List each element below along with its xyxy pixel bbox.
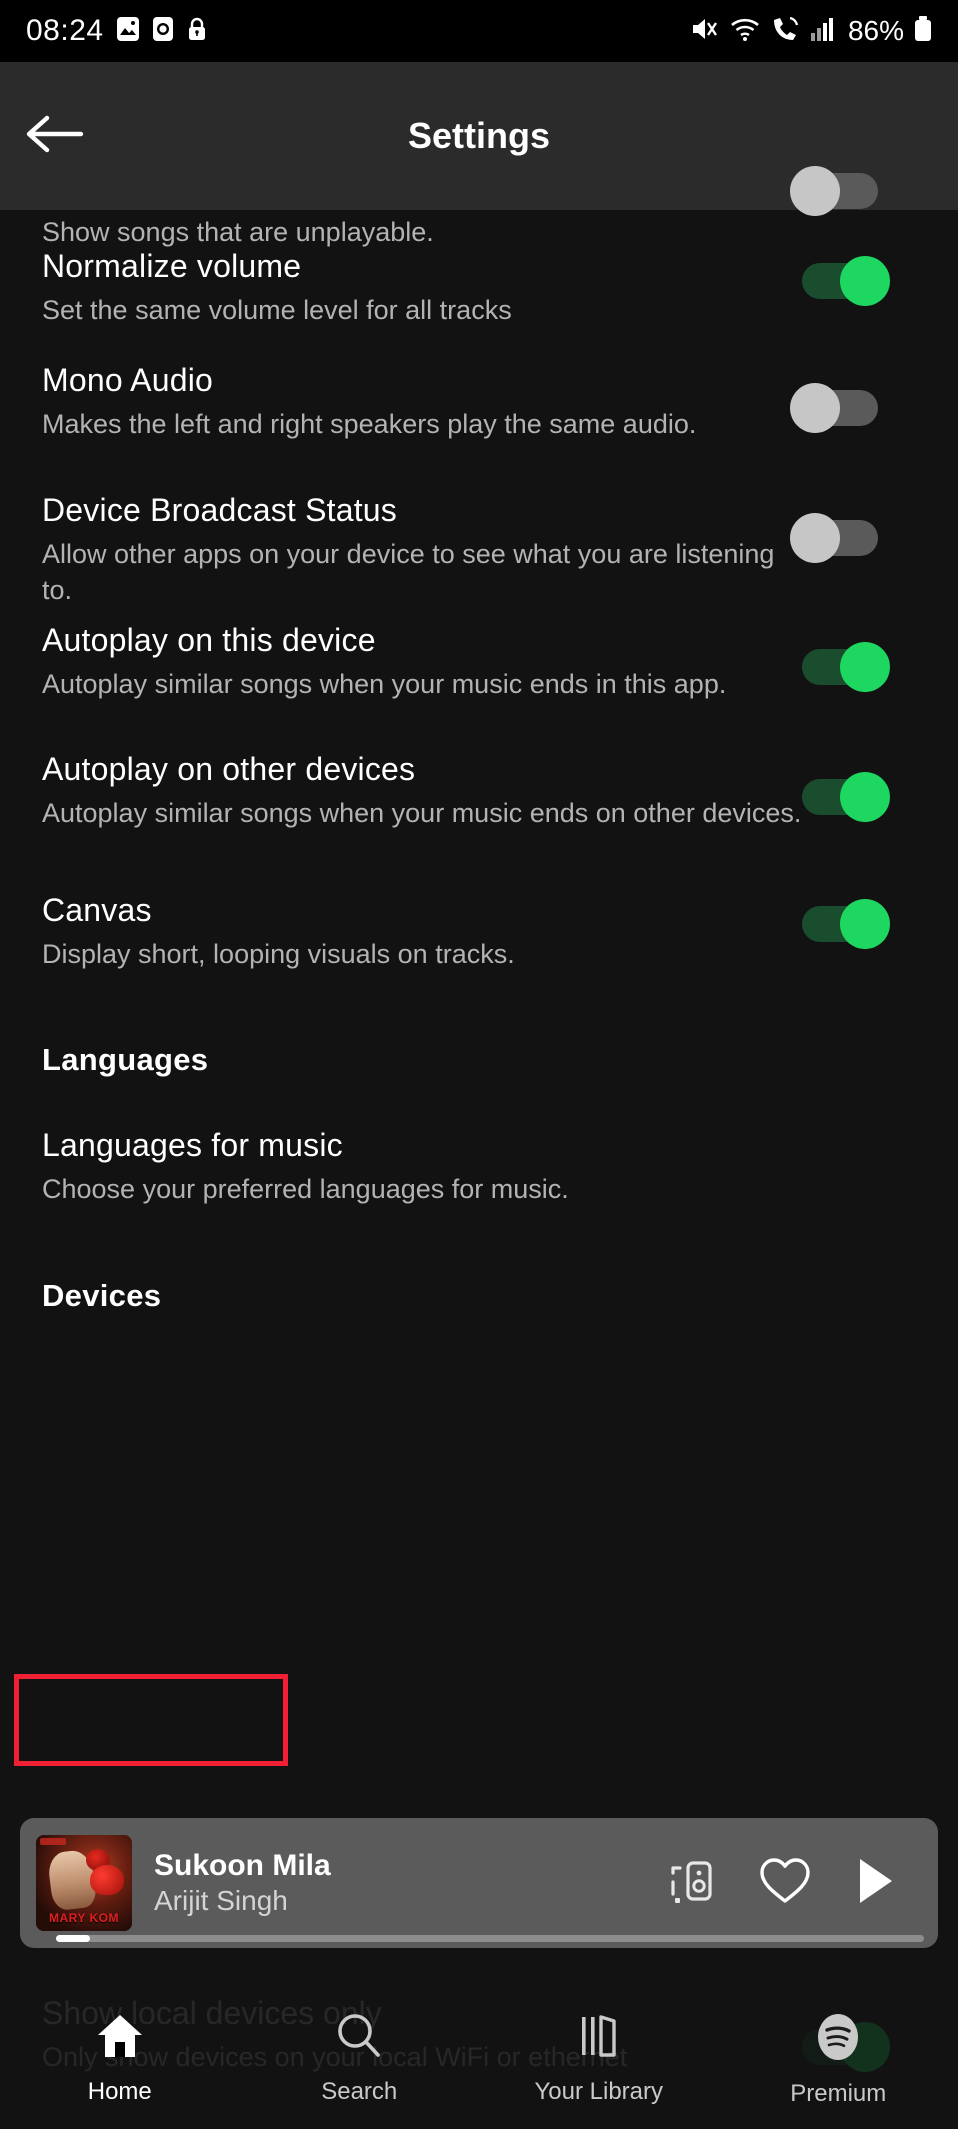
- setting-text-block: Autoplay on other devices Autoplay simil…: [42, 751, 802, 831]
- spotify-logo-icon: [812, 2011, 864, 2068]
- setting-row-languages-for-music[interactable]: Languages for music Choose your preferre…: [0, 1127, 958, 1207]
- toggle-thumb: [840, 772, 890, 822]
- setting-text-block: Normalize volume Set the same volume lev…: [42, 248, 802, 328]
- section-title: Devices: [42, 1278, 162, 1313]
- toggle-mono-audio[interactable]: [790, 383, 890, 433]
- battery-percentage: 86%: [847, 15, 904, 46]
- status-bar-clock: 08:24: [26, 14, 104, 47]
- album-art-banner: [40, 1838, 66, 1845]
- track-artist: Arijit Singh: [154, 1885, 288, 1917]
- toggle-thumb: [790, 166, 840, 216]
- setting-title: Canvas: [42, 892, 152, 928]
- playback-progress-bar[interactable]: [20, 1935, 938, 1942]
- nav-label: Search: [321, 2078, 398, 2105]
- toggle-thumb: [840, 256, 890, 306]
- album-art: MARY KOM: [36, 1835, 132, 1931]
- nav-label: Home: [87, 2078, 152, 2105]
- phone-screen: 08:24 86% Settings Show songs that are u…: [0, 0, 958, 2129]
- setting-title: Device Broadcast Status: [42, 492, 397, 528]
- setting-subtitle: Allow other apps on your device to see w…: [42, 538, 775, 606]
- toggle-normalize-volume[interactable]: [790, 256, 890, 306]
- battery-icon: [914, 15, 932, 48]
- setting-subtitle: Display short, looping visuals on tracks…: [42, 938, 515, 969]
- home-icon: [94, 2011, 146, 2066]
- section-title: Languages: [42, 1042, 209, 1077]
- mute-icon: [690, 15, 720, 48]
- section-heading-languages: Languages: [0, 1042, 958, 1078]
- track-title: Sukoon Mila: [154, 1848, 331, 1882]
- nav-item-home[interactable]: Home: [0, 2011, 240, 2106]
- setting-title: Languages for music: [42, 1127, 343, 1163]
- search-icon: [333, 2011, 385, 2066]
- toggle-thumb: [840, 642, 890, 692]
- setting-subtitle: Autoplay similar songs when your music e…: [42, 668, 727, 699]
- setting-title: Mono Audio: [42, 362, 214, 398]
- section-heading-devices: Devices: [0, 1278, 958, 1314]
- status-bar: 08:24 86%: [0, 0, 958, 62]
- connect-to-device-icon[interactable]: [666, 1855, 716, 1912]
- alarm-icon: [152, 16, 174, 47]
- bottom-navigation: Home Search Your Library Premium: [0, 1997, 958, 2129]
- status-bar-left: 08:24: [26, 14, 208, 48]
- setting-text-block: Canvas Display short, looping visuals on…: [42, 892, 802, 972]
- setting-text-block: Autoplay on this device Autoplay similar…: [42, 622, 802, 702]
- nav-item-search[interactable]: Search: [240, 2011, 480, 2106]
- nav-label: Your Library: [534, 2078, 664, 2105]
- setting-text-block: Mono Audio Makes the left and right spea…: [42, 362, 802, 442]
- setting-text-block: Languages for music Choose your preferre…: [42, 1127, 902, 1207]
- toggle-canvas[interactable]: [790, 899, 890, 949]
- setting-text-block: Device Broadcast Status Allow other apps…: [42, 492, 802, 609]
- setting-subtitle: Autoplay similar songs when your music e…: [42, 797, 802, 828]
- toggle-unplayable-songs[interactable]: [790, 166, 890, 216]
- nav-item-premium[interactable]: Premium: [719, 2011, 958, 2108]
- album-art-glove-front: [90, 1865, 124, 1895]
- now-playing-meta: Sukoon Mila Arijit Singh: [154, 1848, 666, 1919]
- page-title: Settings: [407, 115, 550, 156]
- setting-subtitle: Show songs that are unplayable.: [42, 217, 434, 247]
- setting-subtitle: Makes the left and right speakers play t…: [42, 408, 697, 439]
- setting-subtitle: Choose your preferred languages for musi…: [42, 1173, 569, 1204]
- toggle-autoplay-this-device[interactable]: [790, 642, 890, 692]
- toggle-thumb: [790, 513, 840, 563]
- status-bar-right: 86%: [690, 15, 932, 48]
- toggle-thumb: [790, 383, 840, 433]
- album-art-title: MARY KOM: [49, 1911, 119, 1925]
- setting-subtitle: Set the same volume level for all tracks: [42, 294, 512, 325]
- setting-text-block: Show songs that are unplayable.: [42, 214, 802, 250]
- play-icon[interactable]: [854, 1856, 898, 1911]
- cellular-signal-icon: [810, 15, 834, 48]
- nav-item-your-library[interactable]: Your Library: [479, 2011, 719, 2106]
- settings-scroll-container[interactable]: Show songs that are unplayable. Normaliz…: [0, 166, 958, 2072]
- call-signal-icon: [770, 15, 800, 48]
- library-icon: [573, 2011, 625, 2066]
- wifi-icon: [730, 15, 760, 48]
- progress-track: [56, 1935, 924, 1942]
- toggle-thumb: [840, 899, 890, 949]
- setting-title: Autoplay on this device: [42, 622, 376, 658]
- nav-label: Premium: [790, 2080, 887, 2107]
- setting-title: Normalize volume: [42, 248, 302, 284]
- now-playing-actions: [666, 1855, 898, 1912]
- toggle-device-broadcast-status[interactable]: [790, 513, 890, 563]
- toggle-autoplay-other-devices[interactable]: [790, 772, 890, 822]
- progress-fill: [56, 1935, 90, 1942]
- image-icon: [116, 16, 140, 47]
- heart-icon[interactable]: [758, 1856, 812, 1911]
- setting-title: Autoplay on other devices: [42, 751, 416, 787]
- now-playing-bar[interactable]: MARY KOM Sukoon Mila Arijit Singh: [20, 1818, 938, 1948]
- lock-icon: [186, 16, 208, 47]
